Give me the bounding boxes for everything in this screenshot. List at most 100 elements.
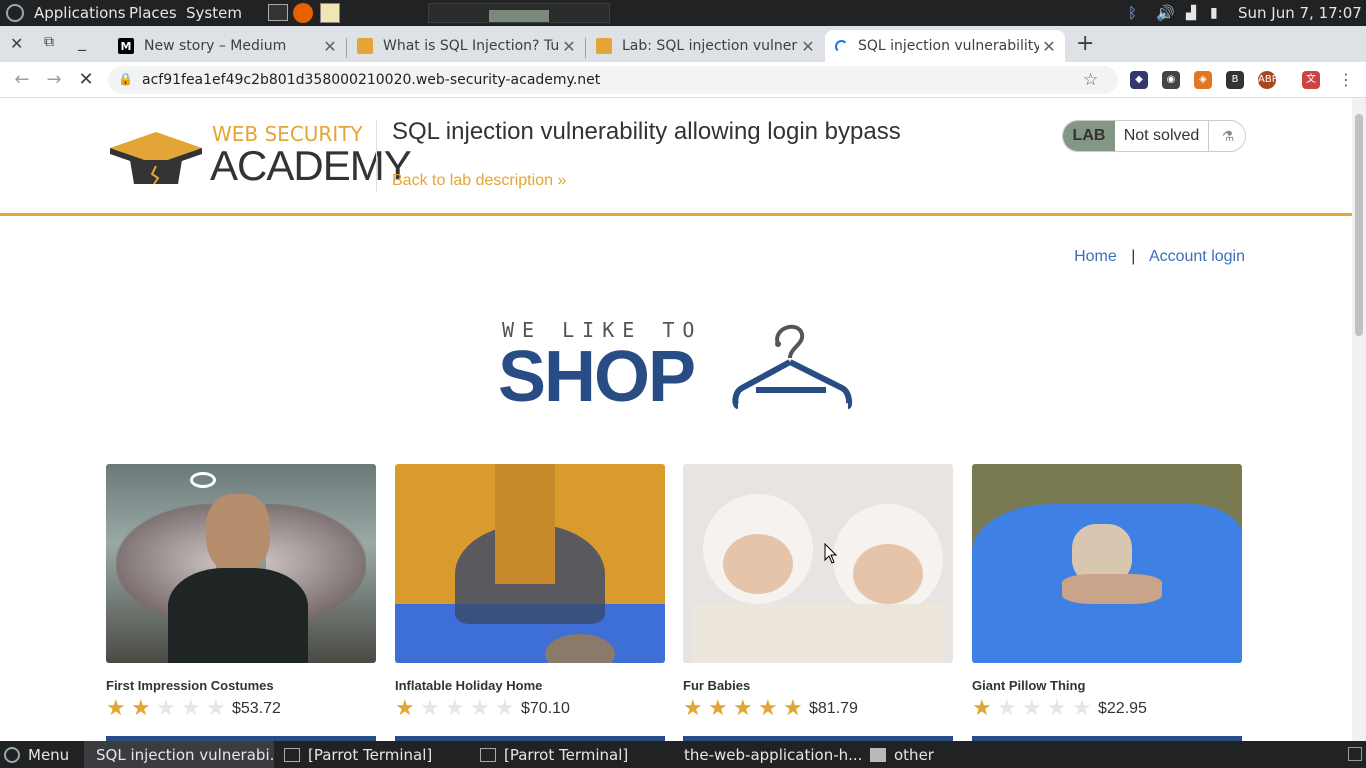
lab-badge: LAB xyxy=(1063,121,1115,151)
extension-translate-icon[interactable]: 文 xyxy=(1302,71,1320,89)
star-empty-icon: ★ xyxy=(445,696,465,721)
task-label: [Parrot Terminal] xyxy=(308,745,433,764)
back-arrow-icon[interactable]: ← xyxy=(10,68,34,92)
parrot-menu-icon xyxy=(4,746,20,763)
product-rating: ★ ★ ★ ★ ★ $22.95 xyxy=(972,697,1242,721)
account-login-link[interactable]: Account login xyxy=(1149,248,1245,265)
product-image[interactable] xyxy=(395,464,665,663)
address-bar[interactable]: 🔒 acf91fea1ef49c2b801d358000210020.web-s… xyxy=(108,66,1118,94)
places-menu[interactable]: Places xyxy=(129,4,177,22)
tab-title: Lab: SQL injection vulnera xyxy=(622,38,798,54)
star-empty-icon: ★ xyxy=(1072,696,1092,721)
product-card: Giant Pillow Thing ★ ★ ★ ★ ★ $22.95 xyxy=(972,464,1242,741)
terminal-icon xyxy=(480,747,496,762)
product-name: Inflatable Holiday Home xyxy=(395,678,543,693)
shop-title: SHOP xyxy=(498,337,696,417)
terminal-launcher-icon[interactable] xyxy=(268,4,288,21)
product-image[interactable] xyxy=(972,464,1242,663)
tab-medium[interactable]: M New story – Medium ✕ xyxy=(108,30,346,62)
back-to-lab-description-link[interactable]: Back to lab description » xyxy=(392,172,566,190)
show-desktop-icon[interactable] xyxy=(1348,747,1362,761)
mouse-cursor-icon xyxy=(824,543,838,564)
extension-adblock-icon[interactable]: ABP xyxy=(1258,71,1278,89)
bluetooth-icon[interactable]: ᛒ xyxy=(1128,4,1148,22)
close-tab-icon[interactable]: ✕ xyxy=(559,37,579,56)
tab-lab-sqli[interactable]: Lab: SQL injection vulnera ✕ xyxy=(586,30,824,62)
os-top-panel: Applications Places System ᛒ 🔊 ▟ ▮ Sun J… xyxy=(0,0,1366,26)
extension-mask-icon[interactable]: ◉ xyxy=(1162,71,1180,89)
task-label: other xyxy=(894,745,934,764)
workspace-switcher[interactable] xyxy=(428,3,610,23)
coat-hanger-icon xyxy=(732,324,853,409)
system-menu[interactable]: System xyxy=(186,4,242,22)
taskbar-terminal-1[interactable]: [Parrot Terminal] xyxy=(280,741,470,768)
lab-status-widget: LAB Not solved ⚗ xyxy=(1062,120,1246,152)
extension-metamask-icon[interactable]: ◈ xyxy=(1194,71,1212,89)
taskbar-chrome[interactable]: SQL injection vulnerabi... xyxy=(84,741,274,768)
tab-what-is-sqli[interactable]: What is SQL Injection? Tu ✕ xyxy=(347,30,585,62)
academy-logo[interactable]: WEB SECURITY ACADEMY xyxy=(106,120,412,190)
taskbar-folder[interactable]: other xyxy=(866,741,1056,768)
volume-icon[interactable]: 🔊 xyxy=(1156,4,1186,22)
tab-sqli-login-bypass[interactable]: SQL injection vulnerability ✕ xyxy=(825,30,1065,62)
star-filled-icon: ★ xyxy=(106,696,126,721)
star-empty-icon: ★ xyxy=(206,696,226,721)
lock-icon[interactable]: 🔒 xyxy=(118,72,133,86)
product-rating: ★ ★ ★ ★ ★ $81.79 xyxy=(683,697,953,721)
star-empty-icon: ★ xyxy=(420,696,440,721)
product-name: Giant Pillow Thing xyxy=(972,678,1086,693)
applications-menu[interactable]: Applications xyxy=(34,4,126,22)
taskbar-terminal-2[interactable]: [Parrot Terminal] xyxy=(476,741,666,768)
star-filled-icon: ★ xyxy=(733,696,753,721)
star-filled-icon: ★ xyxy=(758,696,778,721)
star-empty-icon: ★ xyxy=(1022,696,1042,721)
url-text[interactable]: acf91fea1ef49c2b801d358000210020.web-sec… xyxy=(142,72,600,88)
close-tab-icon[interactable]: ✕ xyxy=(798,37,818,56)
star-empty-icon: ★ xyxy=(470,696,490,721)
minimize-window-icon[interactable]: _ xyxy=(78,32,86,51)
forward-arrow-icon[interactable]: → xyxy=(42,68,66,92)
star-empty-icon: ★ xyxy=(156,696,176,721)
browser-tab-strip: ✕ ⧉ _ M New story – Medium ✕ What is SQL… xyxy=(0,26,1366,62)
product-image[interactable] xyxy=(683,464,953,663)
product-card: Inflatable Holiday Home ★ ★ ★ ★ ★ $70.10 xyxy=(395,464,665,741)
close-window-icon[interactable]: ✕ xyxy=(10,34,23,53)
terminal-icon xyxy=(284,747,300,762)
star-filled-icon: ★ xyxy=(783,696,803,721)
portswigger-icon xyxy=(357,38,373,54)
close-tab-icon[interactable]: ✕ xyxy=(1039,37,1059,56)
product-card: Fur Babies ★ ★ ★ ★ ★ $81.79 xyxy=(683,464,953,741)
taskbar-menu-button[interactable]: Menu xyxy=(4,741,84,768)
firefox-launcher-icon[interactable] xyxy=(293,3,313,23)
parrot-menu-icon[interactable] xyxy=(6,4,24,22)
close-tab-icon[interactable]: ✕ xyxy=(320,37,340,56)
star-filled-icon: ★ xyxy=(131,696,151,721)
site-nav: Home | Account login xyxy=(1074,248,1245,266)
network-icon[interactable]: ▟ xyxy=(1186,6,1210,21)
loading-spinner-icon xyxy=(835,39,848,53)
product-image[interactable] xyxy=(106,464,376,663)
battery-icon[interactable]: ▮ xyxy=(1210,5,1234,21)
text-editor-launcher-icon[interactable] xyxy=(320,3,340,23)
task-label: the-web-application-h... xyxy=(684,745,862,764)
new-tab-button[interactable]: + xyxy=(1076,31,1094,56)
browser-menu-icon[interactable]: ⋮ xyxy=(1338,70,1354,89)
stop-loading-icon[interactable]: ✕ xyxy=(74,68,98,92)
clock[interactable]: Sun Jun 7, 17:07 xyxy=(1238,4,1362,22)
extension-wappalyzer-icon[interactable]: ◆ xyxy=(1130,71,1148,89)
star-empty-icon: ★ xyxy=(997,696,1017,721)
star-empty-icon: ★ xyxy=(495,696,515,721)
star-filled-icon: ★ xyxy=(972,696,992,721)
bookmark-star-icon[interactable]: ☆ xyxy=(1083,69,1108,91)
os-taskbar: Menu SQL injection vulnerabi... [Parrot … xyxy=(0,741,1366,768)
page-scrollbar[interactable] xyxy=(1352,98,1366,741)
graduation-cap-icon xyxy=(110,132,202,185)
taskbar-document[interactable]: the-web-application-h... xyxy=(672,741,862,768)
medium-icon: M xyxy=(118,38,134,54)
product-price: $81.79 xyxy=(809,700,858,717)
home-link[interactable]: Home xyxy=(1074,248,1117,265)
product-price: $53.72 xyxy=(232,700,281,717)
restore-window-icon[interactable]: ⧉ xyxy=(44,34,54,50)
extension-b-icon[interactable]: B xyxy=(1226,71,1244,89)
web-page: WEB SECURITY ACADEMY SQL injection vulne… xyxy=(0,98,1352,741)
